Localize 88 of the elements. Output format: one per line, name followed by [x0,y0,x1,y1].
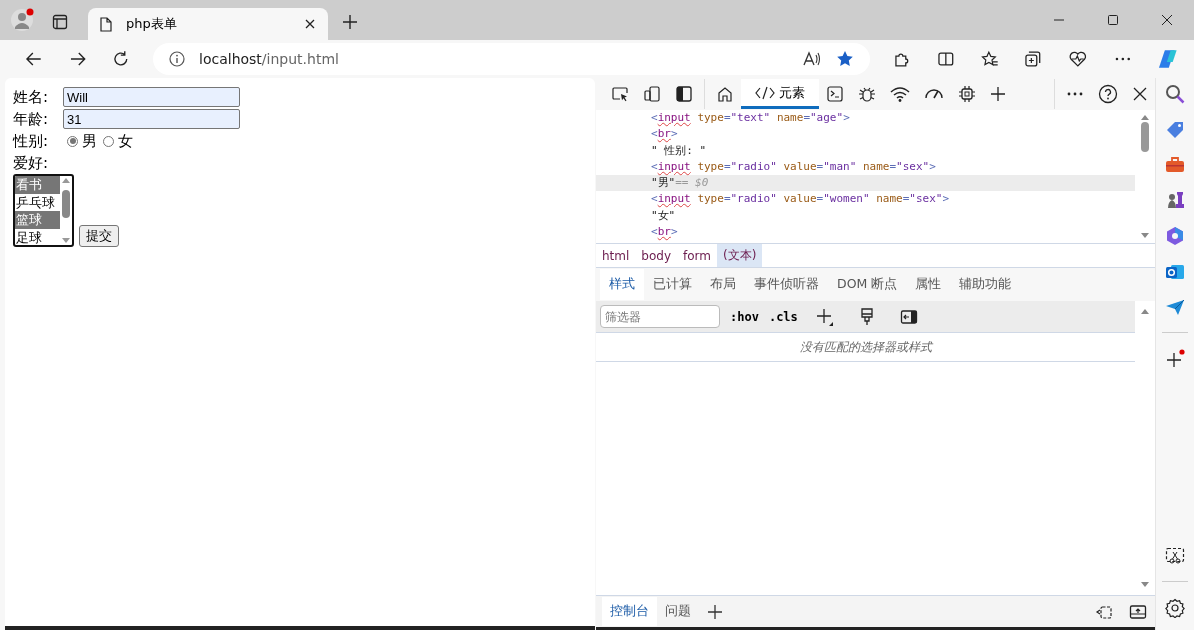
dom-line[interactable]: <input type="radio" value="man" name="sex"> [596,158,1135,176]
profile-avatar-icon[interactable] [10,7,36,33]
styles-tab[interactable]: 样式 [600,269,644,300]
refresh-icon[interactable] [112,50,130,68]
dom-line[interactable]: <br> [596,126,1135,143]
empty-message: 没有匹配的选择器或样式 [596,333,1135,362]
text-input[interactable]: 31 [63,109,240,129]
close-icon[interactable] [1132,86,1148,102]
breadcrumb[interactable]: html [596,244,636,267]
dom-line[interactable]: " 性别: " [596,142,1135,159]
dock-drawer-icon[interactable] [1095,603,1113,620]
screenshot-icon[interactable] [1165,547,1185,565]
paper-plane-icon[interactable] [1165,298,1185,316]
back-icon[interactable] [25,50,43,68]
bug-icon[interactable] [858,85,876,103]
dom-line[interactable]: <input type="text" name="age"> [596,110,1135,127]
collections-icon[interactable] [1024,50,1043,68]
dom-line[interactable]: "女" [596,207,1135,225]
split-screen-icon[interactable] [937,50,955,68]
drawer-tab[interactable]: 问题 [657,597,699,626]
toggle-button[interactable]: .cls [768,309,798,324]
toggle-button[interactable]: :hov [730,309,759,324]
text-input[interactable]: Will [63,87,240,107]
plus-icon[interactable] [707,603,723,620]
brush-icon[interactable] [859,307,874,326]
chess-icon[interactable] [1165,190,1185,210]
new-tab-icon[interactable] [342,14,358,30]
home-icon[interactable] [716,85,734,103]
submit-button[interactable]: 提交 [79,225,119,247]
device-icon[interactable] [643,85,661,103]
field-label: 姓名: [13,87,50,107]
styles-tab[interactable]: 已计算 [644,269,701,300]
forward-icon[interactable] [68,50,87,68]
list-option[interactable]: 篮球 [15,211,60,229]
add-icon[interactable] [1165,349,1185,369]
styles-tab[interactable]: DOM 断点 [828,269,907,300]
radio-label: 男 [82,131,97,151]
code-icon [755,85,775,100]
list-box[interactable]: 看书 乒乓球 篮球 足球 [13,174,74,247]
address-field[interactable]: localhost/input.html [153,43,871,75]
field-label: 年龄: [13,109,50,129]
mail-icon[interactable] [1165,262,1185,282]
tag-icon[interactable] [1165,120,1185,140]
styles-tab[interactable]: 布局 [701,269,745,300]
plus-icon[interactable] [990,86,1006,102]
elements-tab[interactable]: 元素 [741,79,819,109]
field-label: 爱好: [13,153,50,173]
read-aloud-icon[interactable] [802,50,823,68]
dock-icon[interactable] [675,85,693,103]
expand-drawer-icon[interactable] [1129,603,1147,620]
breadcrumb[interactable]: form [677,244,717,267]
star-icon[interactable] [836,50,855,68]
close-icon[interactable] [304,18,316,30]
favorites-icon[interactable] [980,50,999,68]
styles-tab[interactable]: 事件侦听器 [745,269,828,300]
office-icon[interactable] [1165,226,1185,246]
list-option[interactable]: 足球 [15,228,60,245]
radio-label: 女 [118,131,133,151]
breadcrumb[interactable]: (文本) [717,244,763,267]
heartbeat-icon[interactable] [1068,50,1088,68]
drawer-tab[interactable]: 控制台 [602,597,657,626]
close-icon[interactable] [1161,14,1173,26]
tab-title: php表单 [126,15,178,33]
tab-panel-icon[interactable] [52,14,68,30]
toolbox-icon[interactable] [1165,156,1185,174]
inspect-icon[interactable] [611,85,629,103]
help-icon[interactable] [1098,84,1118,104]
list-option[interactable]: 看书 [15,176,60,194]
sidebar-toggle-icon[interactable] [899,308,918,325]
settings-icon[interactable] [1165,598,1185,618]
wifi-icon[interactable] [890,85,910,103]
maximize-icon[interactable] [1107,14,1119,26]
page-icon [100,16,112,32]
styles-tab[interactable]: 属性 [906,269,951,300]
url-text: localhost/input.html [199,51,339,67]
search-icon[interactable] [1165,84,1185,104]
list-option[interactable]: 乒乓球 [15,193,60,211]
dom-line[interactable]: <input type="radio" value="women" name="sex"> [596,191,1135,208]
filter-input[interactable]: 筛选器 [600,305,720,328]
console-icon[interactable] [826,85,844,103]
add-rule-icon[interactable] [815,307,834,326]
breadcrumb[interactable]: body [635,244,678,267]
browser-tab[interactable]: php表单 [88,8,328,40]
field-label: 性别: [13,131,50,151]
styles-tab[interactable]: 辅助功能 [950,269,1021,300]
dom-line[interactable]: <br> [596,224,1135,241]
chip-icon[interactable] [958,85,976,103]
info-icon [169,51,185,67]
